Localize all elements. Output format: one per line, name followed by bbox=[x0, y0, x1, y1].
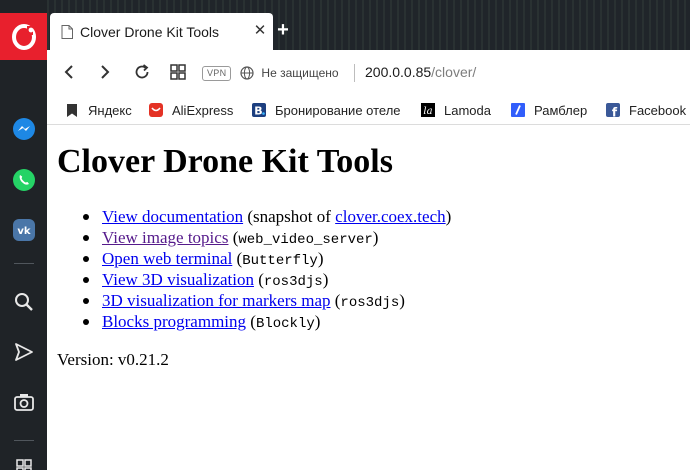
bookmark-facebook[interactable]: f Facebook bbox=[605, 100, 686, 120]
view-documentation-link[interactable]: View documentation bbox=[102, 207, 243, 226]
bookmarks-bar: Яндекс AliExpress B Бронирование отеле l… bbox=[47, 95, 690, 125]
tab-title: Clover Drone Kit Tools bbox=[80, 24, 220, 40]
list-item: 3D visualization for markers map (ros3dj… bbox=[77, 290, 451, 311]
list-item: View 3D visualization (ros3djs) bbox=[77, 269, 451, 290]
bookmark-booking[interactable]: B Бронирование отеле bbox=[251, 100, 401, 120]
tool-name: Blockly bbox=[255, 316, 315, 332]
chevron-left-icon bbox=[64, 65, 73, 79]
link-note: ) bbox=[372, 228, 379, 247]
whatsapp-icon[interactable] bbox=[11, 167, 37, 193]
page-content: Clover Drone Kit Tools View documentatio… bbox=[47, 126, 690, 470]
link-note: ( bbox=[246, 312, 256, 331]
svg-text:vk: vk bbox=[17, 226, 31, 237]
forward-button[interactable] bbox=[93, 60, 117, 84]
bookmark-label: Яндекс bbox=[88, 102, 132, 118]
link-note: ) bbox=[322, 270, 329, 289]
search-icon[interactable] bbox=[11, 289, 37, 315]
grid-icon[interactable] bbox=[11, 454, 37, 470]
link-note: ) bbox=[314, 312, 321, 331]
list-item: Open web terminal (Butterfly) bbox=[77, 248, 451, 269]
new-tab-plus-icon[interactable]: + bbox=[275, 20, 291, 40]
bookmark-label: AliExpress bbox=[172, 102, 234, 118]
bookmark-lamoda[interactable]: la Lamoda bbox=[420, 100, 491, 120]
security-status: Не защищено bbox=[261, 66, 339, 80]
version-text: Version: v0.21.2 bbox=[57, 350, 169, 369]
svg-text:la: la bbox=[423, 106, 432, 117]
tab-clover[interactable]: Clover Drone Kit Tools ✕ bbox=[50, 13, 273, 50]
toolbar: VPN Не защищено 200.0.0.85/clover/ bbox=[47, 50, 690, 95]
rambler-icon bbox=[511, 103, 525, 117]
url-host: 200.0.0.85 bbox=[365, 64, 432, 80]
bookmark-label: Lamoda bbox=[444, 102, 491, 118]
messenger-icon[interactable] bbox=[11, 116, 37, 142]
sidebar-divider bbox=[14, 440, 34, 441]
link-note: ( bbox=[228, 228, 239, 247]
link-note: (snapshot of bbox=[243, 207, 336, 226]
back-button[interactable] bbox=[57, 60, 81, 84]
camera-icon[interactable] bbox=[11, 389, 37, 415]
vk-icon[interactable]: vk bbox=[11, 217, 37, 243]
address-divider bbox=[354, 64, 355, 82]
svg-text:f: f bbox=[612, 106, 618, 119]
globe-icon bbox=[240, 66, 255, 80]
send-icon[interactable] bbox=[11, 339, 37, 365]
open-web-terminal-link[interactable]: Open web terminal bbox=[102, 249, 232, 268]
page-icon bbox=[61, 25, 73, 39]
reload-icon bbox=[135, 64, 149, 79]
address-bar-security[interactable]: VPN Не защищено bbox=[202, 59, 357, 87]
list-item: View image topics (web_video_server) bbox=[77, 227, 451, 248]
bookmark-label: Facebook bbox=[629, 102, 687, 118]
tool-name: web_video_server bbox=[238, 232, 373, 248]
sidebar-divider bbox=[14, 263, 34, 264]
tools-list: View documentation (snapshot of clover.c… bbox=[77, 206, 451, 332]
markers-map-visualization-link[interactable]: 3D visualization for markers map bbox=[102, 291, 331, 310]
link-note: ) bbox=[445, 207, 452, 226]
list-item: View documentation (snapshot of clover.c… bbox=[77, 206, 451, 227]
link-note: ) bbox=[399, 291, 405, 310]
reload-button[interactable] bbox=[130, 60, 154, 84]
opera-logo-icon[interactable] bbox=[0, 13, 47, 60]
bookmark-yandex[interactable]: Яндекс bbox=[64, 100, 132, 120]
grid-icon bbox=[170, 64, 186, 80]
speed-dial-button[interactable] bbox=[166, 60, 190, 84]
bookmark-aliexpress[interactable]: AliExpress bbox=[148, 100, 233, 120]
link-note: ( bbox=[330, 291, 341, 310]
lamoda-icon: la bbox=[421, 103, 435, 117]
svg-text:B: B bbox=[254, 105, 262, 118]
yandex-icon bbox=[67, 104, 77, 117]
url-field[interactable]: 200.0.0.85/clover/ bbox=[365, 64, 476, 80]
facebook-icon: f bbox=[606, 103, 620, 119]
url-path: /clover/ bbox=[431, 64, 477, 80]
vpn-badge[interactable]: VPN bbox=[202, 65, 232, 81]
tab-strip: Clover Drone Kit Tools ✕ + bbox=[47, 0, 690, 50]
aliexpress-icon bbox=[149, 103, 163, 117]
bookmark-label: Рамблер bbox=[534, 102, 588, 118]
clover-coex-tech-link[interactable]: clover.coex.tech bbox=[335, 207, 445, 226]
view-3d-visualization-link[interactable]: View 3D visualization bbox=[102, 270, 254, 289]
page-title: Clover Drone Kit Tools bbox=[57, 143, 393, 180]
link-note: ( bbox=[232, 249, 243, 268]
tool-name: ros3djs bbox=[263, 274, 323, 290]
opera-sidebar: vk bbox=[0, 0, 47, 470]
blocks-programming-link[interactable]: Blocks programming bbox=[102, 312, 246, 331]
bookmark-label: Бронирование отеле bbox=[275, 102, 401, 118]
bookmark-rambler[interactable]: Рамблер bbox=[510, 100, 587, 120]
tool-name: Butterfly bbox=[242, 253, 318, 269]
view-image-topics-link[interactable]: View image topics bbox=[102, 228, 228, 247]
tool-name: ros3djs bbox=[340, 295, 400, 311]
link-note: ) bbox=[317, 249, 324, 268]
close-tab-icon[interactable]: ✕ bbox=[252, 21, 268, 41]
booking-icon: B bbox=[252, 103, 266, 118]
link-note: ( bbox=[253, 270, 264, 289]
list-item: Blocks programming (Blockly) bbox=[77, 311, 451, 332]
chevron-right-icon bbox=[101, 65, 110, 79]
